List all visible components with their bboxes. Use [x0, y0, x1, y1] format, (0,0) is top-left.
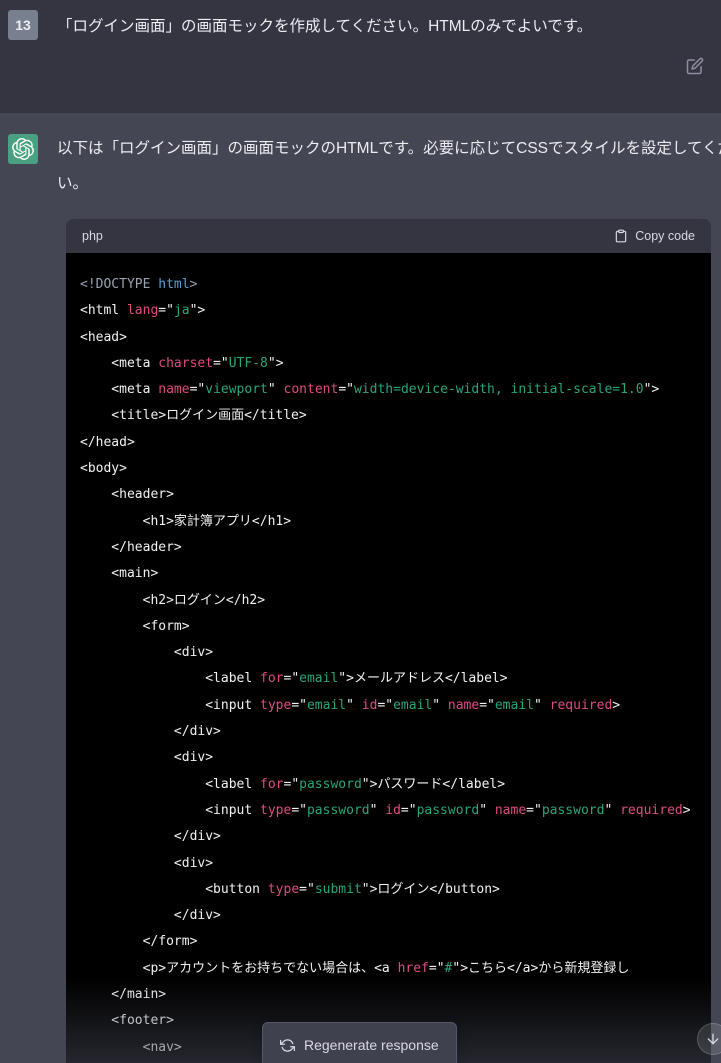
user-message-row: 13 「ログイン画面」の画面モックを作成してください。HTMLのみでよいです。	[0, 0, 721, 112]
assistant-message-row: 以下は「ログイン画面」の画面モックのHTMLです。必要に応じてCSSでスタイルを…	[0, 112, 721, 1063]
code-line: <h1>家計簿アプリ</h1>	[80, 513, 292, 529]
code-line: </form>	[80, 934, 198, 950]
assistant-message-text-line1: 以下は「ログイン画面」の画面モックのHTMLです。必要に応じてCSSでスタイルを…	[57, 140, 721, 157]
edit-message-button[interactable]	[686, 57, 704, 75]
user-message-text: 「ログイン画面」の画面モックを作成してください。HTMLのみでよいです。	[57, 18, 593, 35]
code-line: <form>	[80, 618, 190, 634]
regenerate-response-button[interactable]: Regenerate response	[262, 1022, 457, 1063]
regenerate-label: Regenerate response	[304, 1037, 439, 1053]
user-avatar: 13	[8, 10, 38, 40]
chatgpt-avatar	[8, 134, 38, 164]
code-line: </main>	[80, 987, 167, 1003]
code-block-header: php Copy code	[66, 219, 711, 253]
scroll-to-bottom-button[interactable]	[697, 1023, 721, 1055]
code-line: <main>	[80, 566, 159, 582]
code-line: <body>	[80, 461, 127, 477]
edit-pencil-icon	[686, 57, 704, 75]
openai-logo-icon	[12, 138, 34, 160]
code-line: </div>	[80, 908, 221, 924]
chat-screen: 13 「ログイン画面」の画面モックを作成してください。HTMLのみでよいです。 …	[0, 0, 721, 1063]
code-line: <input type="email" id="email" name="ema…	[80, 697, 621, 713]
code-line: <div>	[80, 855, 214, 871]
code-line: </head>	[80, 434, 135, 450]
code-line: <head>	[80, 329, 127, 345]
code-line: <p>アカウントをお持ちでない場合は、<a href="#">こちら</a>から…	[80, 960, 630, 976]
code-line: <h2>ログイン</h2>	[80, 592, 266, 608]
code-line: <input type="password" id="password" nam…	[80, 802, 691, 818]
code-line: <div>	[80, 750, 214, 766]
assistant-message-text-line2: い。	[57, 175, 89, 192]
regenerate-icon	[280, 1038, 295, 1053]
copy-code-label: Copy code	[635, 229, 695, 243]
code-block: php Copy code <!DOCTYPE html> <html lang=…	[66, 219, 711, 1063]
code-line: <!DOCTYPE html>	[80, 277, 198, 292]
code-language-label: php	[82, 229, 103, 243]
code-line: <label for="password">パスワード</label>	[80, 776, 506, 792]
clipboard-icon	[614, 229, 628, 243]
code-line: <html lang="ja">	[80, 303, 206, 319]
code-line: <button type="submit">ログイン</button>	[80, 881, 500, 897]
copy-code-button[interactable]: Copy code	[614, 229, 695, 243]
code-line: <header>	[80, 487, 174, 503]
code-line: </div>	[80, 829, 221, 845]
code-line: </header>	[80, 539, 182, 555]
code-line: <meta charset="UTF-8">	[80, 355, 284, 371]
arrow-down-icon	[705, 1031, 721, 1047]
code-line: </div>	[80, 724, 221, 740]
code-line: <div>	[80, 645, 214, 661]
code-line: <title>ログイン画面</title>	[80, 408, 307, 424]
user-avatar-label: 13	[15, 17, 31, 33]
code-line: <label for="email">メールアドレス</label>	[80, 671, 508, 687]
code-content[interactable]: <!DOCTYPE html> <html lang="ja"> <head> <m…	[66, 253, 711, 1063]
code-line: <meta name="viewport" content="width=dev…	[80, 382, 660, 398]
